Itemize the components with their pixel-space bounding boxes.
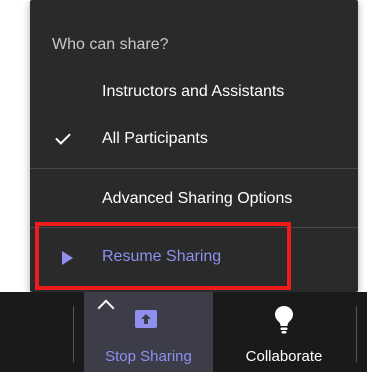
menu-item-label: All Participants <box>102 130 208 147</box>
menu-divider <box>30 168 358 169</box>
menu-item-label: Advanced Sharing Options <box>102 190 293 207</box>
toolbar-divider <box>356 306 357 362</box>
share-options-menu: Who can share? Instructors and Assistant… <box>30 0 358 292</box>
checkmark-icon <box>55 129 71 145</box>
collaborate-button[interactable]: Collaborate <box>225 292 343 372</box>
menu-item-all-participants[interactable]: All Participants <box>30 120 358 160</box>
play-icon <box>62 251 73 265</box>
who-can-share-heading: Who can share? <box>52 36 169 53</box>
menu-item-label: Resume Sharing <box>102 248 222 265</box>
menu-item-label: Instructors and Assistants <box>102 83 285 100</box>
menu-item-advanced-sharing-options[interactable]: Advanced Sharing Options <box>30 180 358 220</box>
share-screen-icon <box>135 310 157 328</box>
collaborate-label: Collaborate <box>245 348 323 365</box>
menu-item-instructors-and-assistants[interactable]: Instructors and Assistants <box>30 73 358 113</box>
stop-sharing-label: Stop Sharing <box>105 348 192 365</box>
meeting-toolbar: Stop Sharing Collaborate <box>0 292 367 372</box>
menu-divider <box>30 227 358 228</box>
menu-item-resume-sharing[interactable]: Resume Sharing <box>30 238 358 278</box>
toolbar-divider <box>73 306 74 362</box>
lightbulb-icon <box>274 305 294 335</box>
